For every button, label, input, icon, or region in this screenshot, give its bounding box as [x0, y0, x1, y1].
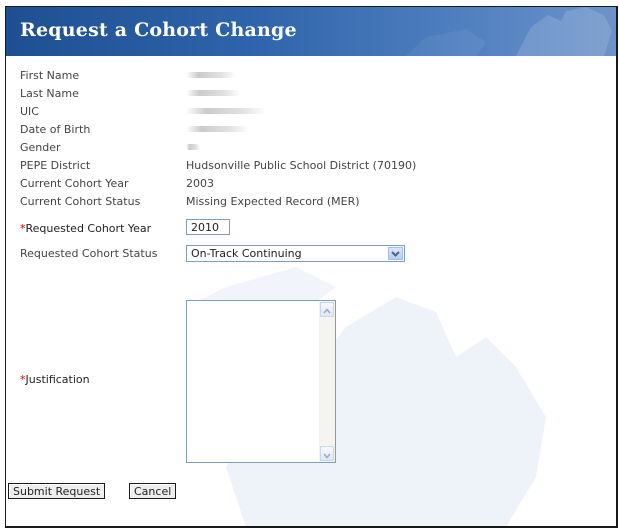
uic-label: UIC	[20, 105, 39, 118]
pepe-district-label: PEPE District	[20, 159, 91, 172]
requested-cohort-year-input-value: 2010	[191, 221, 219, 234]
submit-request-button[interactable]: Submit Request	[8, 483, 106, 499]
dialog-header: Request a Cohort Change	[6, 7, 616, 56]
last-name-label: Last Name	[20, 87, 79, 100]
requested-cohort-year-label-text: Requested Cohort Year	[25, 222, 152, 235]
vertical-scrollbar[interactable]	[319, 301, 335, 462]
scroll-down-button[interactable]	[320, 446, 334, 461]
scroll-up-button[interactable]	[320, 302, 334, 317]
requested-cohort-status-selected-value: On-Track Continuing	[191, 247, 302, 260]
michigan-map-header-icon	[406, 7, 612, 56]
justification-label-text: Justification	[25, 373, 90, 386]
request-cohort-change-dialog: Request a Cohort Change First Name Last …	[5, 6, 618, 528]
chevron-down-icon	[391, 251, 400, 257]
current-cohort-status-label: Current Cohort Status	[20, 195, 141, 208]
first-name-redacted-value	[186, 72, 236, 78]
pepe-district-value: Hudsonville Public School District (7019…	[186, 159, 417, 172]
last-name-redacted-value	[186, 90, 241, 96]
dob-redacted-value	[186, 126, 248, 132]
requested-cohort-year-input[interactable]: 2010	[186, 219, 230, 235]
scroll-down-arrow-icon	[323, 453, 331, 459]
current-cohort-year-value: 2003	[186, 177, 214, 190]
cancel-button[interactable]: Cancel	[129, 483, 177, 499]
uic-redacted-value	[186, 108, 266, 114]
requested-cohort-year-label: *Requested Cohort Year	[20, 222, 151, 235]
page-title: Request a Cohort Change	[20, 19, 297, 41]
scroll-up-arrow-icon	[323, 308, 331, 314]
requested-cohort-status-label: Requested Cohort Status	[20, 247, 158, 260]
dropdown-button[interactable]	[388, 247, 403, 260]
requested-cohort-status-select[interactable]: On-Track Continuing	[186, 245, 405, 262]
dob-label: Date of Birth	[20, 123, 91, 136]
justification-textarea[interactable]	[186, 300, 336, 463]
gender-redacted-value	[186, 144, 200, 150]
gender-label: Gender	[20, 141, 61, 154]
justification-label: *Justification	[20, 373, 90, 386]
current-cohort-year-label: Current Cohort Year	[20, 177, 129, 190]
current-cohort-status-value: Missing Expected Record (MER)	[186, 195, 360, 208]
first-name-label: First Name	[20, 69, 80, 82]
